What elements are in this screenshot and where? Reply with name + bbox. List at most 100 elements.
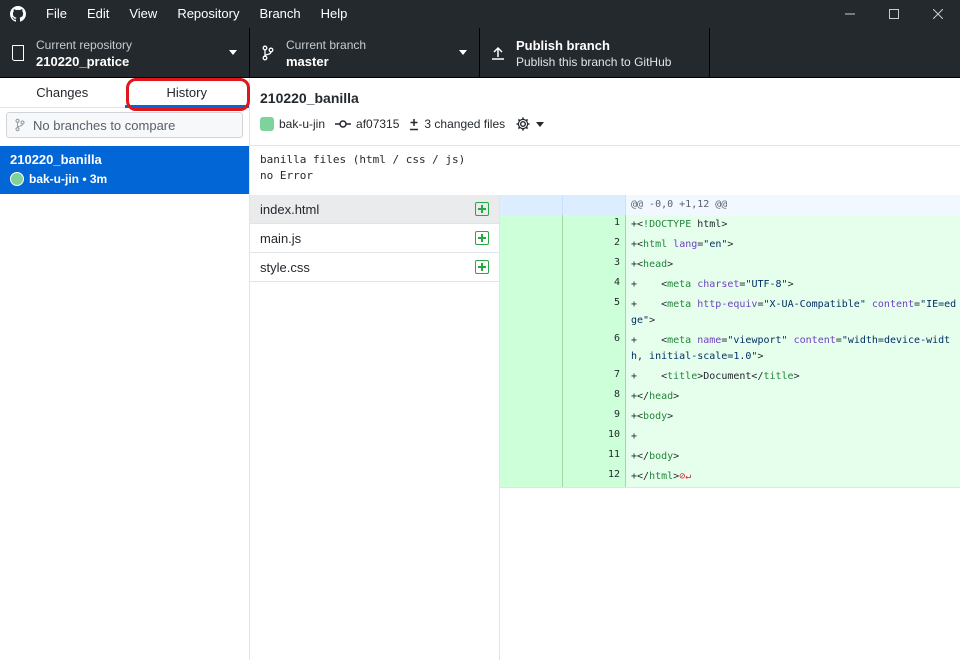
commit-details: 210220_banilla bak-u-jin af07315 3 chang… <box>250 78 960 660</box>
menu-view[interactable]: View <box>119 0 167 28</box>
diff-line: 7 + <title>Document</title> <box>500 367 960 387</box>
repo-value: 210220_pratice <box>36 53 130 69</box>
commit-description: banilla files (html / css / js) no Error <box>250 146 960 196</box>
file-added-icon <box>475 260 489 274</box>
diff-code: + <title>Document</title> <box>626 367 960 387</box>
tab-changes[interactable]: Changes <box>0 78 125 107</box>
file-name: index.html <box>260 201 320 217</box>
diff-line: 8 +</head> <box>500 387 960 407</box>
menu-help[interactable]: Help <box>311 0 358 28</box>
close-button[interactable] <box>916 0 960 28</box>
chevron-down-icon <box>229 50 237 55</box>
line-number: 1 <box>563 215 626 235</box>
file-item[interactable]: index.html <box>250 195 499 224</box>
compare-branch-input[interactable]: No branches to compare <box>6 112 243 138</box>
file-added-icon <box>475 231 489 245</box>
diff-line: 9 +<body> <box>500 407 960 427</box>
diff-line: 1 +<!DOCTYPE html> <box>500 215 960 235</box>
file-added-icon <box>475 202 489 216</box>
commit-header: 210220_banilla bak-u-jin af07315 3 chang… <box>250 78 960 146</box>
line-number: 2 <box>563 235 626 255</box>
commit-title: 210220_banilla <box>260 90 359 106</box>
highlight-annotation <box>126 78 250 111</box>
diff-line: 10 + <box>500 427 960 447</box>
file-item[interactable]: style.css <box>250 253 499 282</box>
diff-line: 2 +<html lang="en"> <box>500 235 960 255</box>
menu-file[interactable]: File <box>36 0 77 28</box>
line-number: 11 <box>563 447 626 467</box>
current-repository-button[interactable]: Current repository 210220_pratice <box>0 28 250 78</box>
line-number: 9 <box>563 407 626 427</box>
menu-bar: File Edit View Repository Branch Help <box>36 0 357 28</box>
diff-line: 3 +<head> <box>500 255 960 275</box>
compare-placeholder: No branches to compare <box>33 117 176 133</box>
hunk-text: @@ -0,0 +1,12 @@ <box>626 195 960 215</box>
line-number: 12 <box>563 467 626 487</box>
line-number: 6 <box>563 331 626 367</box>
no-newline-icon: ⊘↵ <box>679 471 692 482</box>
diff-line: 6 + <meta name="viewport" content="width=… <box>500 331 960 367</box>
diff-code: + <box>626 427 960 447</box>
gear-icon <box>516 117 530 131</box>
toolbar: Current repository 210220_pratice Curren… <box>0 28 960 78</box>
line-number: 5 <box>563 295 626 331</box>
line-number: 8 <box>563 387 626 407</box>
chevron-down-icon <box>459 50 467 55</box>
menu-branch[interactable]: Branch <box>249 0 310 28</box>
file-item[interactable]: main.js <box>250 224 499 253</box>
commit-list-title: 210220_banilla <box>10 152 102 167</box>
diff-line: 12 +</html>⊘↵ <box>500 467 960 487</box>
commit-sha[interactable]: af07315 <box>356 117 399 131</box>
diff-code: + <meta charset="UTF-8"> <box>626 275 960 295</box>
diff-code: + <meta name="viewport" content="width=d… <box>626 331 960 367</box>
repo-label: Current repository <box>36 37 133 52</box>
diff-code: +<head> <box>626 255 960 275</box>
menu-repository[interactable]: Repository <box>167 0 249 28</box>
file-name: main.js <box>260 230 302 246</box>
branch-icon <box>15 118 25 132</box>
branch-icon <box>250 45 286 61</box>
publish-label: Publish branch <box>516 37 610 53</box>
publish-sub: Publish this branch to GitHub <box>516 54 672 69</box>
settings-button[interactable] <box>515 116 545 132</box>
avatar <box>10 172 24 186</box>
diff-code: +</html>⊘↵ <box>626 467 960 487</box>
diff-line: 5 + <meta http-equiv="X-UA-Compatible" co… <box>500 295 960 331</box>
sidebar: Changes History No branches to compare 2… <box>0 78 250 660</box>
diff-code: +</body> <box>626 447 960 467</box>
maximize-button[interactable] <box>872 0 916 28</box>
repo-icon <box>0 45 36 61</box>
menu-edit[interactable]: Edit <box>77 0 119 28</box>
current-branch-button[interactable]: Current branch master <box>250 28 480 78</box>
diff-code: +<!DOCTYPE html> <box>626 215 960 235</box>
diff-hunk-header: @@ -0,0 +1,12 @@ <box>500 195 960 215</box>
diff-view[interactable]: @@ -0,0 +1,12 @@ 1 +<!DOCTYPE html> 2 +<htm… <box>500 195 960 488</box>
commit-author: bak-u-jin <box>279 117 326 131</box>
chevron-down-icon <box>536 121 545 127</box>
upload-icon <box>480 46 516 60</box>
diff-code: +</head> <box>626 387 960 407</box>
diff-code: +<body> <box>626 407 960 427</box>
diff-icon <box>410 118 419 130</box>
diff-code: + <meta http-equiv="X-UA-Compatible" con… <box>626 295 960 331</box>
branch-value: master <box>286 53 329 69</box>
line-number: 7 <box>563 367 626 387</box>
publish-branch-button[interactable]: Publish branch Publish this branch to Gi… <box>480 28 710 78</box>
diff-line: 11 +</body> <box>500 447 960 467</box>
commit-list-item[interactable]: 210220_banilla bak-u-jin • 3m <box>0 146 249 194</box>
line-number: 3 <box>563 255 626 275</box>
diff-line: 4 + <meta charset="UTF-8"> <box>500 275 960 295</box>
file-list: index.html main.js style.css <box>250 195 500 660</box>
commit-list-meta: bak-u-jin • 3m <box>29 172 108 186</box>
title-bar: File Edit View Repository Branch Help <box>0 0 960 28</box>
commit-desc-line: banilla files (html / css / js) <box>260 153 466 166</box>
line-number: 4 <box>563 275 626 295</box>
commit-icon <box>335 120 352 128</box>
file-name: style.css <box>260 259 310 275</box>
changed-files: 3 changed files <box>424 117 506 131</box>
line-number: 10 <box>563 427 626 447</box>
github-logo-icon <box>0 0 36 28</box>
branch-label: Current branch <box>286 37 367 52</box>
avatar <box>260 117 274 131</box>
minimize-button[interactable] <box>828 0 872 28</box>
